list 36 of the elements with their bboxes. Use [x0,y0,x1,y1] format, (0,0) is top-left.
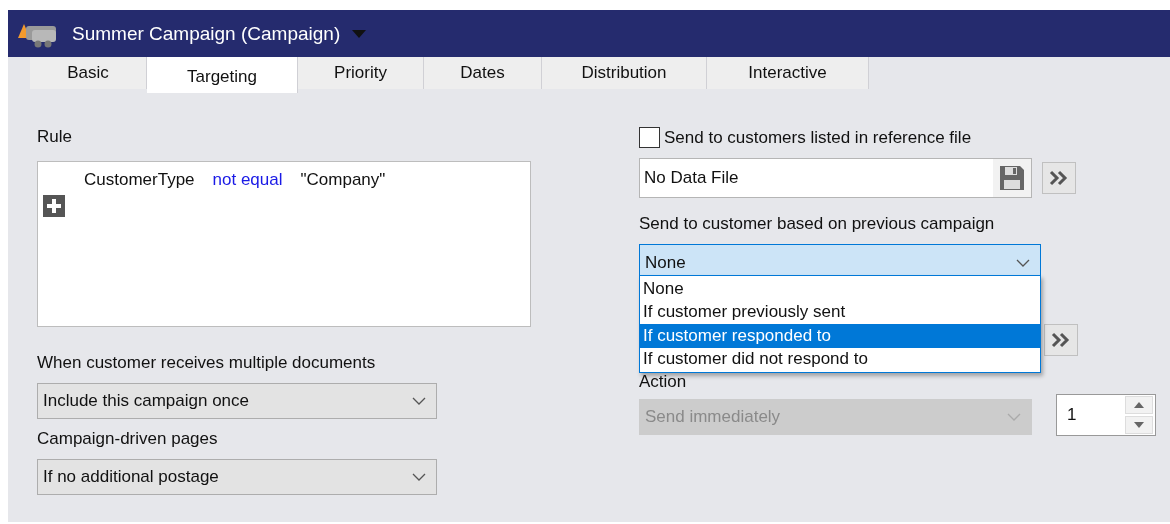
tab[interactable]: Basic [30,57,147,89]
chevron-down-icon [412,397,426,405]
forward-button[interactable] [1044,324,1078,356]
file-field[interactable]: No Data File [639,158,1032,198]
dropdown-option[interactable]: If customer responded to [640,324,1040,348]
dropdown-option[interactable]: If customer did not respond to [640,347,1040,371]
field-label: When customer receives multiple documents [37,353,377,373]
tab[interactable]: Priority [298,57,424,89]
field-label: Campaign-driven pages [37,429,219,449]
tab[interactable]: Targeting [147,57,298,93]
quantity-spinner[interactable]: 1 [1056,394,1156,436]
double-chevron-icon [1048,169,1070,187]
chevron-down-icon [412,473,426,481]
down-arrow-icon[interactable] [1134,422,1144,428]
tab[interactable]: Interactive [707,57,869,89]
rule-label: Rule [37,127,73,147]
multiple-documents-dropdown[interactable]: Include this campaign once [37,383,437,419]
window-title: Summer Campaign (Campaign) [72,22,341,45]
checkbox-label: Send to customers listed in reference file [664,127,972,148]
chevron-down-icon [1016,259,1030,267]
save-icon[interactable] [999,165,1025,191]
chevron-down-icon [1007,413,1021,421]
forward-button[interactable] [1042,162,1076,194]
campaign-pages-dropdown[interactable]: If no additional postage [37,459,437,495]
add-icon[interactable] [43,195,65,217]
rule-value: "Company" [300,170,386,190]
checkbox[interactable] [639,127,660,148]
action-label: Action [639,372,688,392]
field-label: Send to customer based on previous campaign [639,214,996,234]
rule-operator[interactable]: not equal [212,170,283,190]
tab[interactable]: Distribution [542,57,707,89]
rule-field: CustomerType [84,170,195,190]
double-chevron-icon [1050,331,1072,349]
up-arrow-icon[interactable] [1134,402,1144,408]
tab[interactable]: Dates [424,57,542,89]
dropdown-option[interactable]: If customer previously sent [640,300,1040,324]
